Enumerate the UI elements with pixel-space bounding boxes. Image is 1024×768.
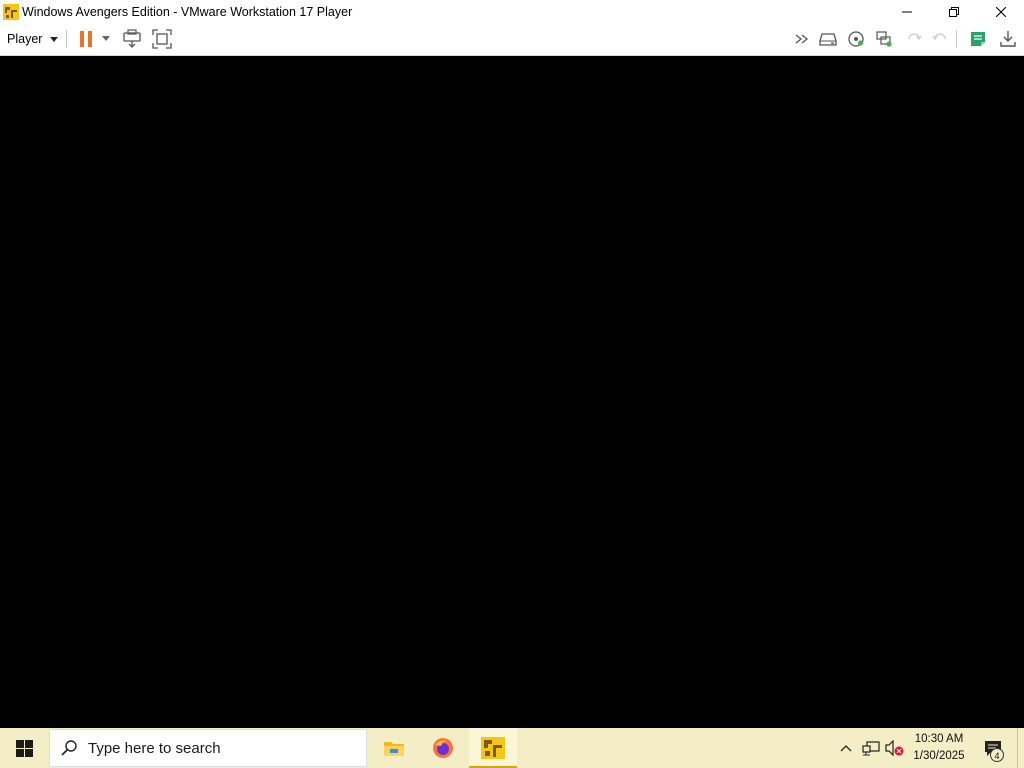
vm-display[interactable] <box>0 56 1024 728</box>
vmware-toolbar: Player <box>0 23 1024 56</box>
send-ctrl-alt-del-button[interactable] <box>120 27 144 51</box>
taskbar: Type here to search 10:30 AM 1/30/2025 4 <box>0 728 1024 768</box>
search-placeholder: Type here to search <box>88 739 221 757</box>
restore-button[interactable] <box>930 0 977 23</box>
minimize-button[interactable] <box>883 0 930 23</box>
notes-icon <box>971 32 985 46</box>
download-icon <box>1000 31 1016 47</box>
unity-alt-button[interactable] <box>928 27 952 51</box>
clock-date: 1/30/2025 <box>913 750 965 762</box>
download-button[interactable] <box>996 27 1020 51</box>
start-button[interactable] <box>0 728 48 768</box>
removable-device-button[interactable] <box>816 27 840 51</box>
clock-time: 10:30 AM <box>914 733 964 745</box>
chevron-up-icon <box>840 745 852 752</box>
show-hidden-icons-button[interactable] <box>836 728 856 768</box>
pause-icon <box>80 31 92 47</box>
chevron-down-icon <box>50 36 59 42</box>
fullscreen-button[interactable] <box>150 27 174 51</box>
dropdown-arrow-icon <box>102 36 110 41</box>
power-options-dropdown[interactable] <box>97 27 115 51</box>
cd-drive-button[interactable] <box>844 27 868 51</box>
send-ctrl-alt-del-icon <box>123 29 141 48</box>
forward-icon <box>795 34 809 44</box>
fullscreen-icon <box>152 29 172 49</box>
pause-button[interactable] <box>74 27 98 51</box>
search-icon <box>50 729 88 767</box>
file-explorer-icon <box>384 742 404 756</box>
close-icon <box>995 6 1006 17</box>
network-adapter-button[interactable] <box>872 27 896 51</box>
vmware-icon <box>3 3 19 20</box>
taskbar-app-firefox[interactable] <box>419 728 467 768</box>
window-titlebar[interactable]: Windows Avengers Edition - VMware Workst… <box>0 0 1024 23</box>
volume-button[interactable] <box>884 728 906 768</box>
forward-button[interactable] <box>791 27 815 51</box>
clock[interactable]: 10:30 AM 1/30/2025 <box>905 731 973 765</box>
close-button[interactable] <box>977 0 1024 23</box>
window-title: Windows Avengers Edition - VMware Workst… <box>22 4 353 19</box>
cd-drive-icon <box>848 31 864 47</box>
minimize-icon <box>901 11 912 12</box>
firefox-icon <box>433 738 453 758</box>
notification-count-badge: 4 <box>990 748 1004 762</box>
unity-icon <box>908 33 922 41</box>
volume-muted-icon <box>885 740 904 756</box>
network-adapter-icon <box>876 31 892 47</box>
windows-start-icon <box>15 739 33 757</box>
taskbar-app-vmware[interactable] <box>469 728 517 768</box>
removable-device-icon <box>819 33 837 46</box>
player-menu-label: Player <box>7 32 43 46</box>
unity-alt-icon <box>932 33 946 41</box>
network-status-button[interactable] <box>860 728 882 768</box>
network-icon <box>862 741 880 756</box>
player-menu-button[interactable]: Player <box>3 27 62 51</box>
toolbar-divider <box>66 30 67 48</box>
toolbar-divider <box>956 30 957 48</box>
taskbar-app-file-explorer[interactable] <box>370 728 418 768</box>
restore-icon <box>948 6 959 17</box>
taskbar-search-box[interactable]: Type here to search <box>49 729 367 767</box>
show-desktop-button[interactable] <box>1017 728 1024 768</box>
vmware-icon <box>481 737 505 759</box>
unity-button[interactable] <box>902 27 926 51</box>
notes-button[interactable] <box>966 27 990 51</box>
